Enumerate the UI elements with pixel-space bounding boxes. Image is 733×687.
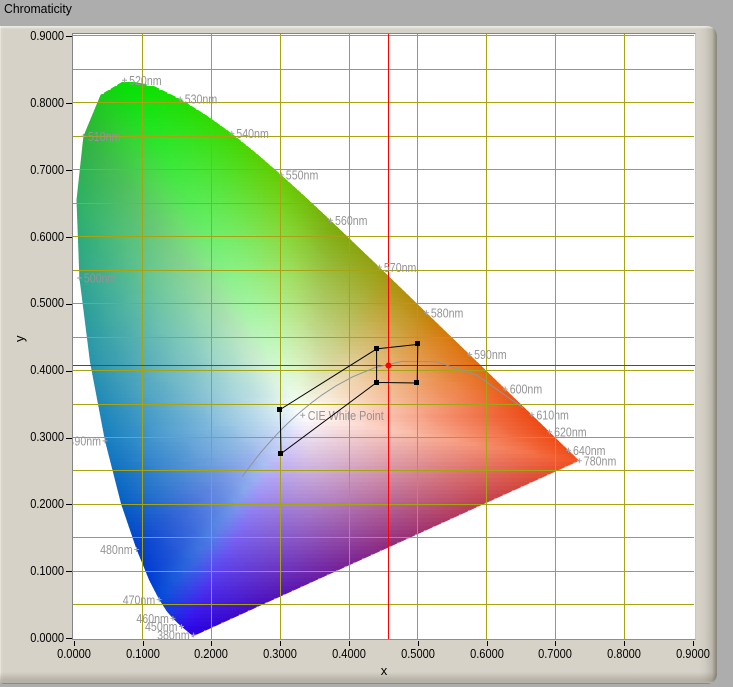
svg-text:600nm: 600nm (510, 382, 543, 397)
svg-text:470nm: 470nm (123, 592, 156, 607)
svg-text:570nm: 570nm (384, 260, 417, 275)
svg-text:520nm: 520nm (129, 73, 162, 88)
svg-text:620nm: 620nm (554, 425, 587, 440)
svg-text:580nm: 580nm (431, 305, 464, 320)
svg-text:CIE White Point: CIE White Point (308, 408, 384, 423)
svg-text:560nm: 560nm (335, 213, 368, 228)
svg-text:480nm: 480nm (100, 542, 133, 557)
svg-text:530nm: 530nm (185, 92, 218, 107)
svg-text:590nm: 590nm (474, 347, 507, 362)
svg-text:500nm: 500nm (84, 271, 117, 286)
svg-text:780nm: 780nm (584, 453, 617, 468)
svg-text:510nm: 510nm (88, 129, 121, 144)
svg-text:490nm: 490nm (73, 434, 101, 449)
svg-text:550nm: 550nm (286, 168, 319, 183)
svg-text:540nm: 540nm (236, 126, 268, 141)
svg-text:380nm: 380nm (157, 628, 190, 639)
svg-text:610nm: 610nm (536, 407, 569, 422)
